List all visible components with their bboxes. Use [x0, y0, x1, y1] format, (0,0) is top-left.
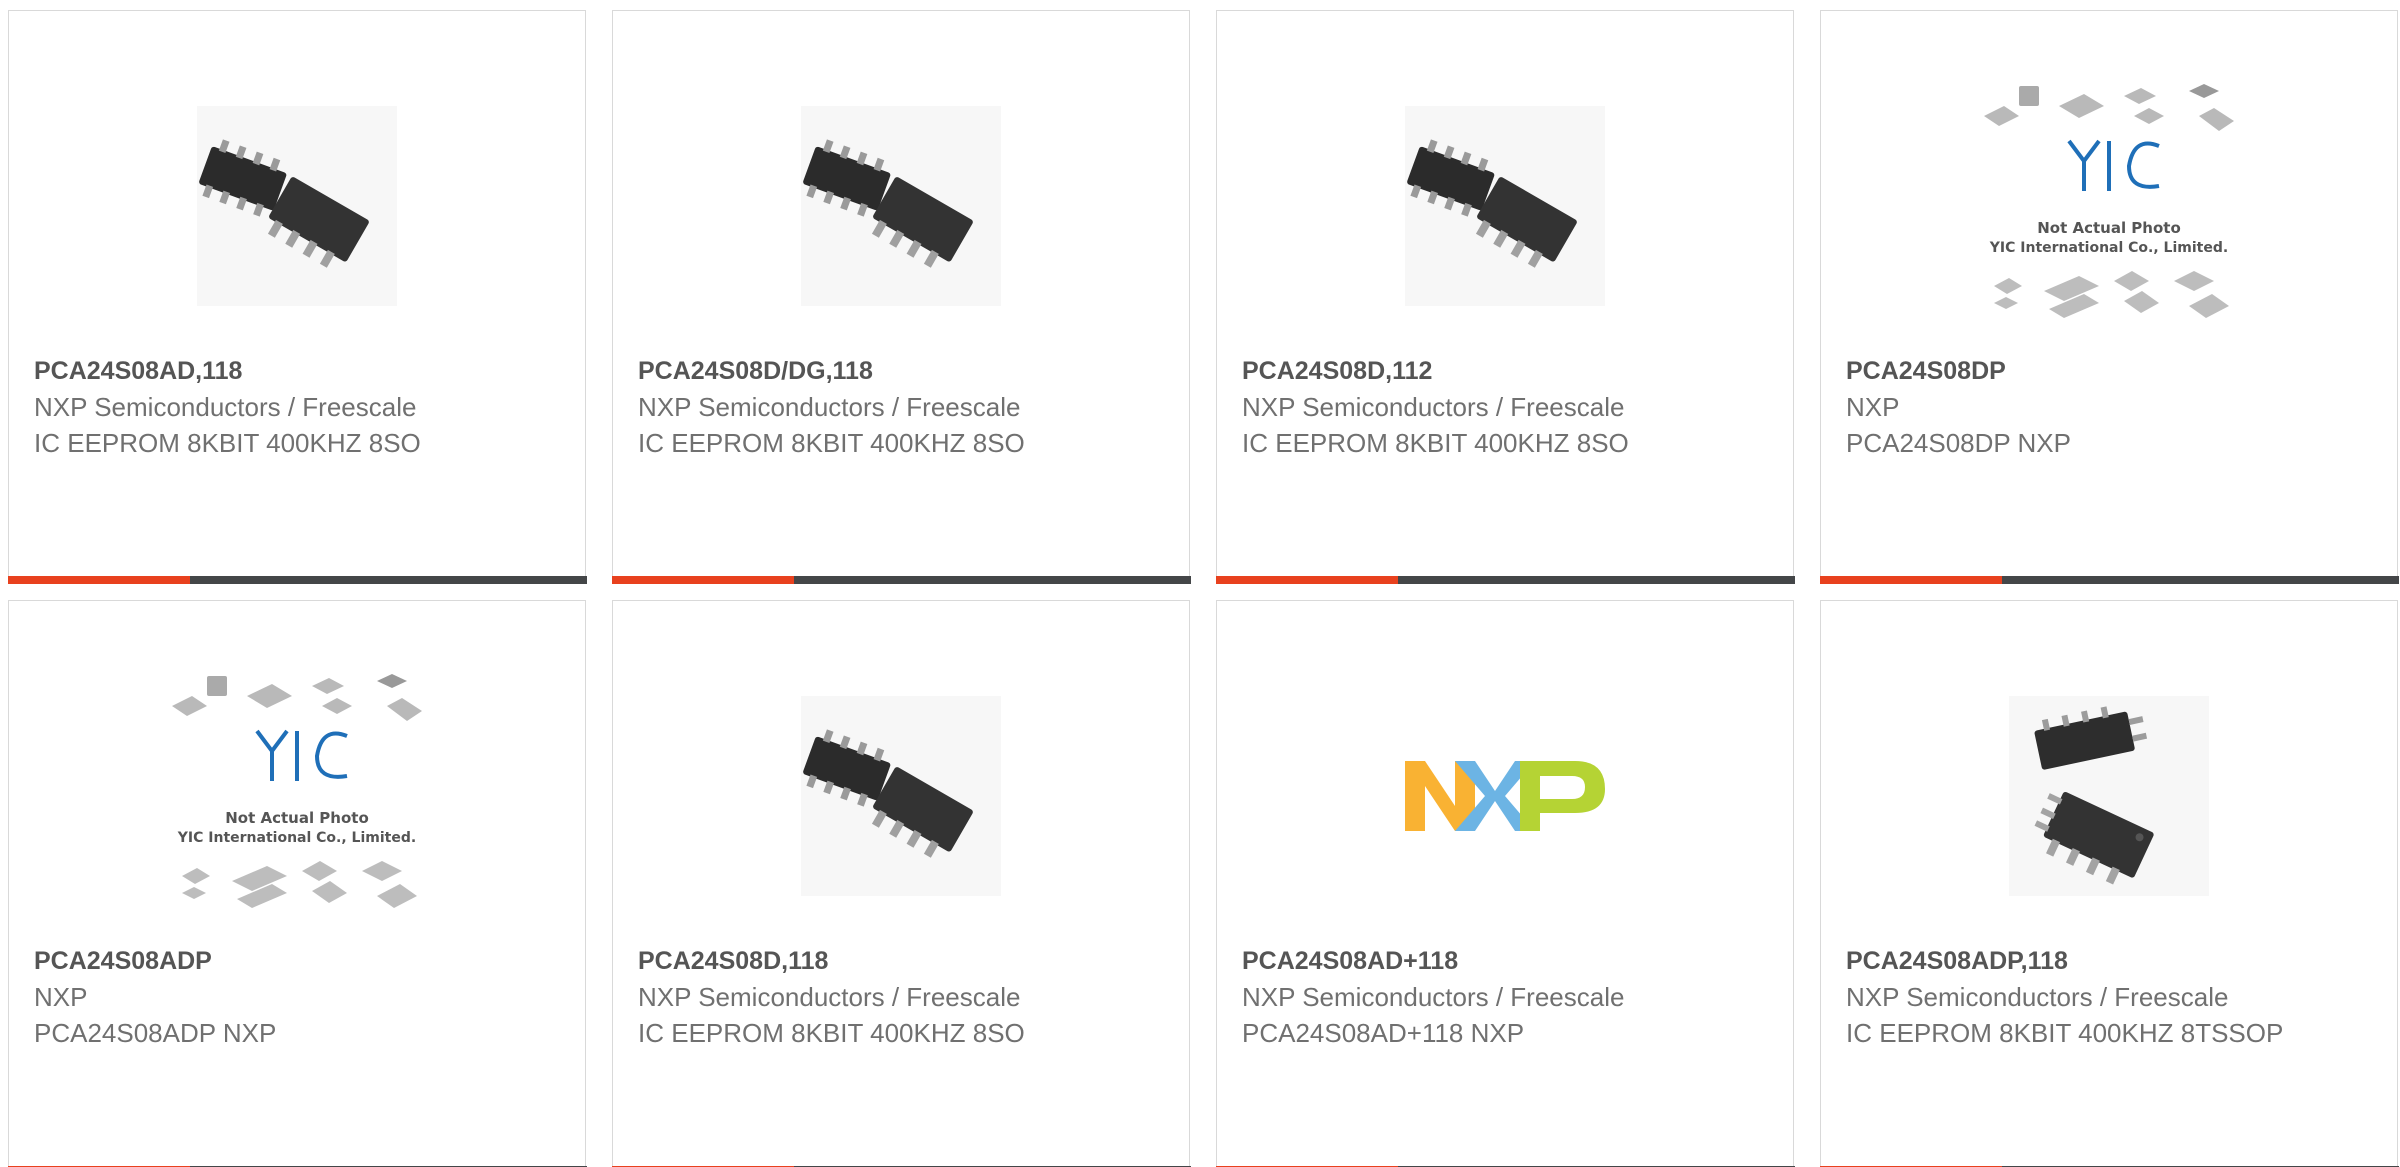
product-card[interactable]: PCA24S08D/DG,118 NXP Semiconductors / Fr…: [611, 10, 1191, 584]
manufacturer: NXP Semiconductors / Freescale: [1242, 982, 1625, 1012]
manufacturer: NXP: [34, 982, 88, 1012]
product-image[interactable]: [613, 661, 1189, 931]
product-image[interactable]: [9, 71, 585, 341]
product-card[interactable]: PCA24S08D,112 NXP Semiconductors / Frees…: [1215, 10, 1795, 584]
description: IC EEPROM 8KBIT 400KHZ 8SO: [638, 428, 1025, 458]
product-info: PCA24S08AD,118 NXP Semiconductors / Free…: [34, 353, 565, 461]
accent-stripe: [611, 576, 794, 584]
description: IC EEPROM 8KBIT 400KHZ 8SO: [638, 1018, 1025, 1048]
product-image[interactable]: [613, 71, 1189, 341]
product-info: PCA24S08ADP,118 NXP Semiconductors / Fre…: [1846, 943, 2377, 1051]
accent-stripe: [1215, 576, 1398, 584]
part-number[interactable]: PCA24S08AD+118: [1242, 943, 1773, 979]
soic-chip-icon: [801, 106, 1001, 306]
part-number[interactable]: PCA24S08DP: [1846, 353, 2377, 389]
product-card[interactable]: PCA24S08D,118 NXP Semiconductors / Frees…: [611, 600, 1191, 1167]
product-info: PCA24S08DP NXP PCA24S08DP NXP: [1846, 353, 2377, 461]
part-number[interactable]: PCA24S08D,112: [1242, 353, 1773, 389]
product-info: PCA24S08D/DG,118 NXP Semiconductors / Fr…: [638, 353, 1169, 461]
card-footer-bar: [611, 576, 1191, 584]
manufacturer: NXP Semiconductors / Freescale: [638, 982, 1021, 1012]
description: IC EEPROM 8KBIT 400KHZ 8TSSOP: [1846, 1018, 2284, 1048]
part-number[interactable]: PCA24S08D/DG,118: [638, 353, 1169, 389]
description: PCA24S08DP NXP: [1846, 428, 2071, 458]
manufacturer: NXP: [1846, 392, 1900, 422]
placeholder-caption-2: YIC International Co., Limited.: [1989, 240, 2228, 256]
product-image[interactable]: [1821, 661, 2397, 931]
soic-chip-icon: [1405, 106, 1605, 306]
part-number[interactable]: PCA24S08AD,118: [34, 353, 565, 389]
product-card[interactable]: PCA24S08AD,118 NXP Semiconductors / Free…: [7, 10, 587, 584]
card-footer-bar: [1215, 576, 1795, 584]
description: PCA24S08ADP NXP: [34, 1018, 277, 1048]
card-footer-bar: [7, 576, 587, 584]
manufacturer: NXP Semiconductors / Freescale: [1242, 392, 1625, 422]
placeholder-caption-1: Not Actual Photo: [2037, 219, 2181, 237]
description: IC EEPROM 8KBIT 400KHZ 8SO: [34, 428, 421, 458]
part-number[interactable]: PCA24S08ADP,118: [1846, 943, 2377, 979]
tssop-chip-icon: [2009, 696, 2209, 896]
product-grid: PCA24S08AD,118 NXP Semiconductors / Free…: [7, 10, 2400, 1167]
accent-stripe: [7, 576, 190, 584]
yic-logo: [255, 729, 348, 781]
product-info: PCA24S08ADP NXP PCA24S08ADP NXP: [34, 943, 565, 1051]
part-number[interactable]: PCA24S08D,118: [638, 943, 1169, 979]
manufacturer: NXP Semiconductors / Freescale: [1846, 982, 2229, 1012]
soic-chip-icon: [801, 696, 1001, 896]
product-image[interactable]: Not Actual Photo YIC International Co., …: [1821, 71, 2397, 341]
manufacturer: NXP Semiconductors / Freescale: [34, 392, 417, 422]
product-image[interactable]: Not Actual Photo YIC International Co., …: [9, 661, 585, 931]
description: PCA24S08AD+118 NXP: [1242, 1018, 1525, 1048]
product-info: PCA24S08D,118 NXP Semiconductors / Frees…: [638, 943, 1169, 1051]
product-info: PCA24S08D,112 NXP Semiconductors / Frees…: [1242, 353, 1773, 461]
accent-stripe: [1819, 576, 2002, 584]
placeholder-caption-1: Not Actual Photo: [225, 809, 369, 827]
product-image[interactable]: [1217, 71, 1793, 341]
placeholder-caption-2: YIC International Co., Limited.: [177, 830, 416, 846]
product-card[interactable]: PCA24S08AD+118 NXP Semiconductors / Free…: [1215, 600, 1795, 1167]
product-card[interactable]: Not Actual Photo YIC International Co., …: [1819, 10, 2399, 584]
product-info: PCA24S08AD+118 NXP Semiconductors / Free…: [1242, 943, 1773, 1051]
nxp-logo-icon: [1405, 761, 1605, 831]
yic-logo: [2067, 139, 2160, 191]
product-card[interactable]: PCA24S08ADP,118 NXP Semiconductors / Fre…: [1819, 600, 2399, 1167]
yic-placeholder-icon: Not Actual Photo YIC International Co., …: [172, 674, 422, 908]
yic-placeholder-icon: Not Actual Photo YIC International Co., …: [1984, 84, 2234, 318]
product-card[interactable]: Not Actual Photo YIC International Co., …: [7, 600, 587, 1167]
part-number[interactable]: PCA24S08ADP: [34, 943, 565, 979]
card-footer-bar: [1819, 576, 2399, 584]
product-image[interactable]: [1217, 661, 1793, 931]
description: IC EEPROM 8KBIT 400KHZ 8SO: [1242, 428, 1629, 458]
soic-chip-icon: [197, 106, 397, 306]
manufacturer: NXP Semiconductors / Freescale: [638, 392, 1021, 422]
